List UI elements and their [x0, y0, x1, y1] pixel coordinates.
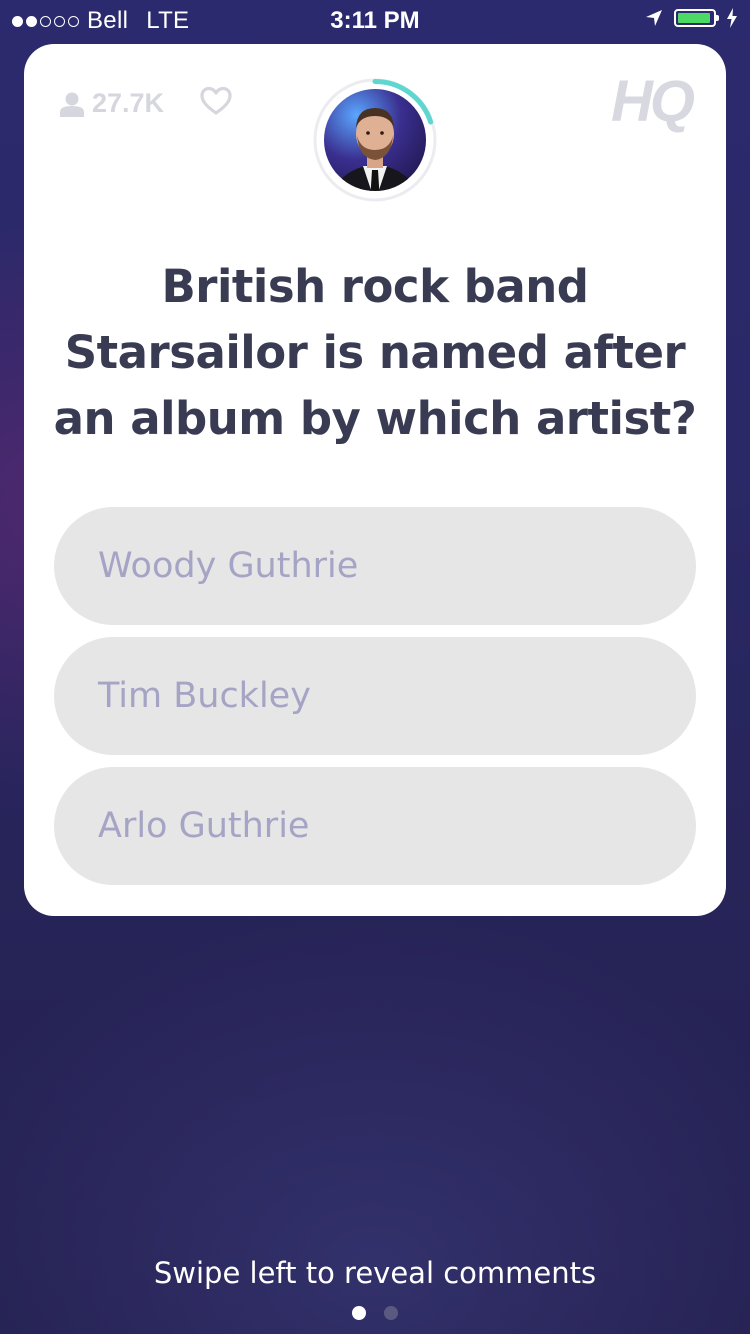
- hq-logo: HQ: [611, 69, 695, 134]
- answer-label: Woody Guthrie: [98, 546, 359, 586]
- status-time: 3:11 PM: [330, 7, 420, 34]
- page-dot-1: [352, 1306, 366, 1320]
- answer-option-1[interactable]: Woody Guthrie: [54, 507, 696, 625]
- status-bar: Bell LTE 3:11 PM: [0, 0, 750, 40]
- answer-label: Tim Buckley: [98, 676, 311, 716]
- answer-list: Woody Guthrie Tim Buckley Arlo Guthrie: [54, 507, 696, 897]
- charging-bolt-icon: [727, 8, 737, 28]
- battery-icon: [674, 9, 719, 27]
- answer-option-2[interactable]: Tim Buckley: [54, 637, 696, 755]
- page-dot-2: [384, 1306, 398, 1320]
- location-arrow-icon: [646, 10, 662, 26]
- answer-option-3[interactable]: Arlo Guthrie: [54, 767, 696, 885]
- question-text: British rock band Starsailor is named af…: [53, 260, 697, 445]
- swipe-hint: Swipe left to reveal comments: [153, 1256, 597, 1290]
- viewer-count: 27.7K: [60, 88, 164, 119]
- page-indicator[interactable]: [0, 1306, 750, 1320]
- viewer-count-label: 27.7K: [92, 88, 165, 118]
- user-icon: [60, 92, 84, 117]
- question-card: 27.7K HQ British rock band Starsailor is…: [24, 44, 726, 916]
- battery-level: [678, 13, 711, 23]
- answer-label: Arlo Guthrie: [98, 806, 310, 846]
- status-right: [644, 8, 738, 28]
- heart-icon[interactable]: [200, 86, 232, 116]
- host-avatar: [313, 78, 437, 202]
